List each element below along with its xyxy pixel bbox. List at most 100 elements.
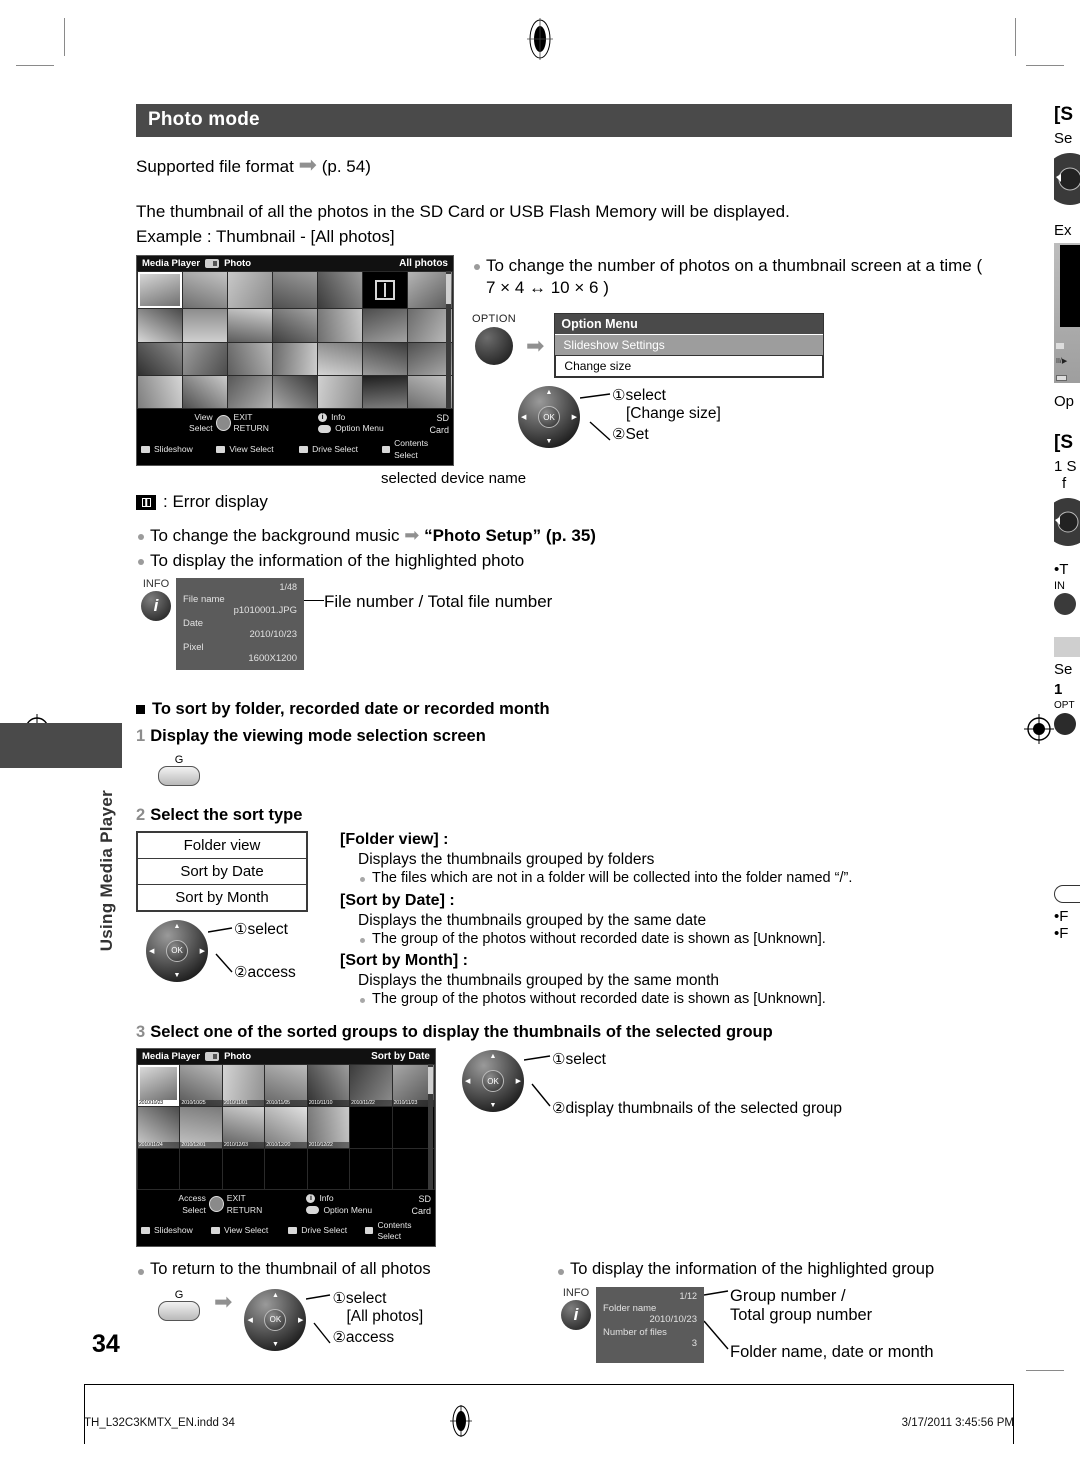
thumbnail-cell[interactable] [363, 342, 407, 375]
step-number: ② [332, 1328, 346, 1346]
thumbnail-cell[interactable] [273, 375, 317, 408]
pad-right-icon: ▶ [571, 414, 577, 422]
group-date-label: 2010/11/22 [350, 1099, 392, 1106]
cursor-pad[interactable]: ▲ ▼ ◀ ▶ OK [146, 919, 208, 982]
thumbnail-cell[interactable] [183, 272, 227, 309]
group-cell[interactable]: 2010/12/03 [222, 1106, 265, 1148]
thumbnail-cell[interactable] [228, 272, 272, 309]
sort-pad-step1-label: select [247, 920, 288, 938]
cursor-pad[interactable]: ▲ ▼ ◀ ▶ OK [244, 1288, 307, 1351]
crop-mark-bottom-right [1026, 1370, 1064, 1371]
sort-type-list[interactable]: Folder view Sort by Date Sort by Month [136, 830, 308, 912]
group-scrollbar[interactable] [428, 1064, 433, 1191]
group-cell[interactable]: 2010/11/24 [138, 1106, 180, 1148]
cursor-pad[interactable]: ▲ ▼ ◀ ▶ OK [518, 386, 580, 449]
sort-step-2: 2 Select the sort type [136, 806, 1012, 825]
thumbnail-cell[interactable] [273, 309, 317, 342]
thumbnail-cell[interactable] [138, 375, 182, 408]
background-music-note: To change the background music ➡ “Photo … [136, 524, 1012, 547]
guide-contents-select-label: Contents Select [394, 438, 429, 460]
thumbnail-cell[interactable] [228, 375, 272, 408]
group-date-label: 2010/11/24 [138, 1141, 180, 1148]
group-date-label: 2010/10/25 [180, 1099, 222, 1106]
sort-by-date-note: The group of the photos without recorded… [358, 930, 1012, 949]
thumbnail-cell[interactable] [273, 342, 317, 375]
option-step1-value: [Change size] [626, 405, 721, 423]
pad-down-icon: ▼ [545, 438, 553, 446]
guide-slideshow-label: Slideshow [154, 444, 193, 455]
group-step2: ②display thumbnails of the selected grou… [552, 1099, 842, 1118]
thumbnail-cell[interactable] [183, 375, 227, 408]
tv-header-bar: Media Player Photo All photos [137, 256, 453, 271]
crop-mark-top-right-vertical [1015, 18, 1016, 56]
ok-button[interactable]: OK [538, 406, 560, 429]
option-step2: ②Set [612, 425, 721, 444]
group-number: 1/12 [679, 1290, 697, 1301]
group-cell[interactable]: 2010/12/01 [180, 1106, 222, 1148]
crop-mark-top-left-horizontal [16, 65, 54, 66]
thumbnail-cell[interactable] [138, 309, 182, 342]
thumbnail-cell[interactable] [318, 272, 362, 309]
group-cell[interactable]: 2010/10/25 [180, 1065, 222, 1106]
group-cell[interactable]: 2010/12/22 [307, 1106, 350, 1148]
guide-view-select-label: View Select [229, 444, 274, 455]
option-button[interactable] [474, 327, 513, 366]
thumbnail-grid-all[interactable] [137, 271, 453, 409]
group-thumbnail-grid[interactable]: 2010/10/23 2010/10/25 2010/11/01 2010/11… [137, 1064, 435, 1191]
group-cell[interactable]: 2010/11/10 [307, 1065, 350, 1106]
tv-header-sort-mode: Sort by Date [371, 1051, 430, 1063]
group-cell[interactable]: 2010/11/01 [222, 1065, 265, 1106]
tv-footer-guide: View Select EXIT RETURN i Info Option Men… [137, 409, 453, 466]
sort-option-sort-by-date[interactable]: Sort by Date [138, 859, 306, 885]
sort-option-folder-view[interactable]: Folder view [138, 833, 306, 859]
thumbnail-cell[interactable] [228, 309, 272, 342]
thumbnail-cell[interactable] [318, 309, 362, 342]
view-select-button[interactable] [158, 765, 200, 786]
group-cell[interactable]: 2010/11/05 [265, 1065, 307, 1106]
callout-lines [306, 1294, 331, 1344]
pad-up-icon: ▲ [489, 1053, 497, 1061]
guide-exit-label: EXIT [226, 1193, 246, 1204]
thumbnail-cell[interactable] [363, 309, 407, 342]
info-button[interactable]: i [561, 1299, 591, 1330]
right-col-line-10: Se [1054, 661, 1073, 678]
ok-button[interactable]: OK [264, 1308, 287, 1331]
thumbnail-cell[interactable] [138, 342, 182, 375]
option-menu-item-slideshow-settings[interactable]: Slideshow Settings [555, 334, 824, 356]
pad-down-icon: ▼ [173, 971, 181, 979]
ok-button[interactable]: OK [166, 939, 188, 962]
thumbnail-scrollbar[interactable] [446, 271, 451, 409]
folder-name-caption: Folder name, date or month [730, 1342, 934, 1361]
thumbnail-cell[interactable] [138, 272, 182, 309]
group-step2-label: display thumbnails of the selected group [565, 1100, 843, 1118]
info-button[interactable]: i [141, 590, 171, 621]
right-column-cutoff: [S Se Ex II/▶ Op [S 1 S f •T IN Se 1 OPT [1054, 90, 1080, 942]
pixel-key: Pixel [183, 641, 204, 653]
thumbnail-cell[interactable] [183, 342, 227, 375]
error-display-legend-text: : Error display [163, 492, 268, 512]
view-select-button[interactable] [158, 1300, 200, 1321]
guide-info-label: Info [319, 1193, 334, 1204]
group-cell-empty [222, 1148, 265, 1190]
cursor-pad[interactable]: ▲ ▼ ◀ ▶ OK [462, 1050, 524, 1113]
thumbnail-cell-error[interactable] [363, 272, 407, 309]
group-cell[interactable]: 2010/10/23 [138, 1065, 180, 1106]
right-col-tv-partial: II/▶ [1054, 243, 1080, 383]
group-cell[interactable]: 2010/11/22 [350, 1065, 392, 1106]
group-info-panel: 1/12 Folder name 2010/10/23 Number of fi… [596, 1286, 704, 1363]
ok-button[interactable]: OK [482, 1070, 504, 1093]
option-menu-item-change-size[interactable]: Change size [555, 355, 824, 378]
sort-option-sort-by-month[interactable]: Sort by Month [138, 885, 306, 910]
thumbnail-cell[interactable] [363, 375, 407, 408]
group-cell[interactable]: 2010/12/20 [265, 1106, 307, 1148]
thumbnail-cell[interactable] [318, 342, 362, 375]
guide-access-label: Access [178, 1193, 206, 1204]
right-col-line-3: Ex [1054, 222, 1072, 239]
thumbnail-cell[interactable] [228, 342, 272, 375]
sort-step-1-text: Display the viewing mode selection scree… [150, 726, 486, 745]
guide-select-label: Select [189, 423, 213, 434]
thumbnail-cell[interactable] [318, 375, 362, 408]
thumbnail-cell[interactable] [273, 272, 317, 309]
thumbnail-cell[interactable] [183, 309, 227, 342]
option-button-icon [318, 425, 332, 434]
